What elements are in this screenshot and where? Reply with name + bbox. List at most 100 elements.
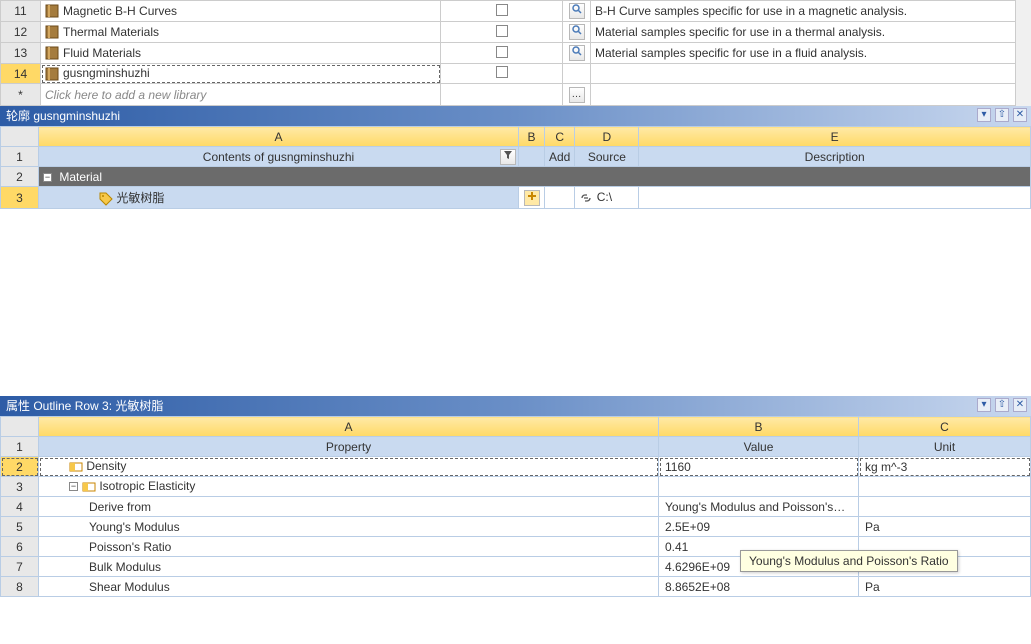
rownum: 14 bbox=[1, 64, 41, 84]
property-unit-cell[interactable]: kg m^-3 bbox=[859, 457, 1031, 477]
col-E-head[interactable]: E bbox=[639, 127, 1031, 147]
library-view-cell[interactable] bbox=[563, 64, 591, 84]
magnify-icon[interactable] bbox=[569, 45, 585, 61]
plus-icon[interactable] bbox=[524, 190, 540, 206]
property-name-cell[interactable]: Bulk Modulus bbox=[39, 557, 659, 577]
library-check-cell[interactable] bbox=[441, 43, 563, 64]
library-desc-cell: Material samples specific for use in a t… bbox=[591, 22, 1031, 43]
col-D-head[interactable]: D bbox=[575, 127, 639, 147]
library-desc-cell bbox=[591, 84, 1031, 106]
property-row: 4Derive fromYoung's Modulus and Poisson'… bbox=[1, 497, 1031, 517]
property-name-cell[interactable]: Density bbox=[39, 457, 659, 477]
property-panel-title: 属性 Outline Row 3: 光敏树脂 ▾ ⇧ ✕ bbox=[0, 396, 1031, 416]
col-A-head[interactable]: A bbox=[39, 127, 519, 147]
property-value-cell[interactable] bbox=[659, 477, 859, 497]
outline-row2-num: 2 bbox=[1, 167, 39, 187]
property-unit-cell[interactable]: Pa bbox=[859, 517, 1031, 537]
library-table: 11Magnetic B-H CurvesB-H Curve samples s… bbox=[0, 0, 1031, 106]
property-name-cell[interactable]: Young's Modulus bbox=[39, 517, 659, 537]
property-value-cell[interactable]: 8.8652E+08 bbox=[659, 577, 859, 597]
magnify-icon[interactable] bbox=[569, 24, 585, 40]
close-icon[interactable]: ✕ bbox=[1013, 398, 1027, 412]
collapse-icon[interactable]: − bbox=[43, 173, 52, 182]
property-name-cell[interactable]: Poisson's Ratio bbox=[39, 537, 659, 557]
checkbox-icon[interactable] bbox=[496, 25, 508, 37]
checkbox-icon[interactable] bbox=[496, 4, 508, 16]
library-desc-cell bbox=[591, 64, 1031, 84]
prop-col-A-head[interactable]: A bbox=[39, 417, 659, 437]
collapse-icon[interactable]: − bbox=[69, 482, 78, 491]
close-icon[interactable]: ✕ bbox=[1013, 108, 1027, 122]
material-name-cell[interactable]: 光敏树脂 bbox=[39, 187, 519, 209]
property-value-cell[interactable]: Young's Modulus and Poisson's… bbox=[659, 497, 859, 517]
library-check-cell[interactable] bbox=[441, 22, 563, 43]
property-row: 3− Isotropic Elasticity bbox=[1, 477, 1031, 497]
library-check-cell[interactable] bbox=[441, 1, 563, 22]
property-title-text: 属性 Outline Row 3: 光敏树脂 bbox=[6, 399, 163, 413]
checkbox-icon[interactable] bbox=[496, 46, 508, 58]
col-C-head[interactable]: C bbox=[545, 127, 575, 147]
link-icon bbox=[579, 191, 593, 205]
outline-table: A B C D E 1 Contents of gusngminshuzhi A… bbox=[0, 126, 1031, 209]
library-desc-cell: B-H Curve samples specific for use in a … bbox=[591, 1, 1031, 22]
library-check-cell bbox=[441, 84, 563, 106]
outline-title-text: 轮廓 gusngminshuzhi bbox=[6, 109, 120, 123]
library-row: 13Fluid MaterialsMaterial samples specif… bbox=[1, 43, 1031, 64]
rownum: 5 bbox=[1, 517, 39, 537]
library-row: 11Magnetic B-H CurvesB-H Curve samples s… bbox=[1, 1, 1031, 22]
property-icon bbox=[69, 460, 83, 474]
dropdown-icon[interactable]: ▾ bbox=[977, 398, 991, 412]
property-row: 5Young's Modulus2.5E+09Pa bbox=[1, 517, 1031, 537]
book-icon bbox=[45, 4, 59, 18]
property-value-cell[interactable]: 1160 bbox=[659, 457, 859, 477]
property-unit-cell[interactable] bbox=[859, 497, 1031, 517]
library-add-row: * Click here to add a new library … bbox=[1, 84, 1031, 106]
add-material-button[interactable] bbox=[519, 187, 545, 209]
tag-icon bbox=[99, 192, 113, 206]
add-library-cell[interactable]: Click here to add a new library bbox=[41, 84, 441, 106]
library-browse-cell[interactable]: … bbox=[563, 84, 591, 106]
library-view-cell[interactable] bbox=[563, 1, 591, 22]
rownum: 13 bbox=[1, 43, 41, 64]
property-name-cell[interactable]: Shear Modulus bbox=[39, 577, 659, 597]
unit-header: Unit bbox=[859, 437, 1031, 457]
property-unit-cell[interactable]: Pa bbox=[859, 577, 1031, 597]
book-icon bbox=[45, 46, 59, 60]
col-B-head[interactable]: B bbox=[519, 127, 545, 147]
material-group-row[interactable]: − Material bbox=[39, 167, 1031, 187]
library-row: 14gusngminshuzhi bbox=[1, 64, 1031, 84]
pin-icon[interactable]: ⇧ bbox=[995, 108, 1009, 122]
dropdown-icon[interactable]: ▾ bbox=[977, 108, 991, 122]
rownum: 8 bbox=[1, 577, 39, 597]
tooltip: Young's Modulus and Poisson's Ratio bbox=[740, 550, 958, 572]
contents-header: Contents of gusngminshuzhi bbox=[39, 147, 519, 167]
library-name-cell[interactable]: Thermal Materials bbox=[41, 22, 441, 43]
prop-col-C-head[interactable]: C bbox=[859, 417, 1031, 437]
source-header: Source bbox=[575, 147, 639, 167]
ellipsis-icon[interactable]: … bbox=[569, 87, 585, 103]
source-cell[interactable]: C:\ bbox=[575, 187, 639, 209]
library-check-cell[interactable] bbox=[441, 64, 563, 84]
library-name-cell[interactable]: gusngminshuzhi bbox=[41, 64, 441, 84]
prop-col-B-head[interactable]: B bbox=[659, 417, 859, 437]
property-name-cell[interactable]: Derive from bbox=[39, 497, 659, 517]
magnify-icon[interactable] bbox=[569, 3, 585, 19]
filter-icon[interactable] bbox=[500, 149, 516, 165]
property-icon bbox=[82, 480, 96, 494]
rownum: 4 bbox=[1, 497, 39, 517]
property-unit-cell[interactable] bbox=[859, 477, 1031, 497]
checkbox-icon[interactable] bbox=[496, 66, 508, 78]
property-value-cell[interactable]: 2.5E+09 bbox=[659, 517, 859, 537]
property-name-cell[interactable]: − Isotropic Elasticity bbox=[39, 477, 659, 497]
property-header: Property bbox=[39, 437, 659, 457]
library-view-cell[interactable] bbox=[563, 43, 591, 64]
library-view-cell[interactable] bbox=[563, 22, 591, 43]
library-row: 12Thermal MaterialsMaterial samples spec… bbox=[1, 22, 1031, 43]
outline-panel-title: 轮廓 gusngminshuzhi ▾ ⇧ ✕ bbox=[0, 106, 1031, 126]
pin-icon[interactable]: ⇧ bbox=[995, 398, 1009, 412]
library-scrollbar[interactable] bbox=[1015, 0, 1031, 116]
library-name-cell[interactable]: Fluid Materials bbox=[41, 43, 441, 64]
book-icon bbox=[45, 67, 59, 81]
library-name-cell[interactable]: Magnetic B-H Curves bbox=[41, 1, 441, 22]
desc-cell[interactable] bbox=[639, 187, 1031, 209]
